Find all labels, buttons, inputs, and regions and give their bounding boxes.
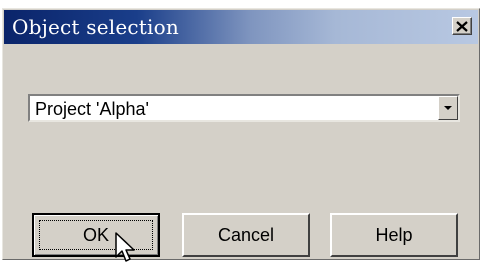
ok-button[interactable]: OK [32, 213, 160, 257]
object-dropdown[interactable]: Project 'Alpha' [28, 94, 460, 122]
dropdown-arrow-button[interactable] [438, 96, 458, 120]
title-bar[interactable]: Object selection [4, 10, 478, 44]
close-button[interactable] [452, 17, 472, 35]
chevron-down-icon [444, 106, 452, 110]
mouse-pointer-icon [115, 232, 135, 262]
selected-object-value: Project 'Alpha' [35, 99, 149, 119]
help-button-label: Help [375, 224, 413, 245]
help-button[interactable]: Help [330, 213, 458, 257]
object-selection-dialog: Object selection Project 'Alpha' OK Canc… [2, 8, 480, 260]
cancel-button[interactable]: Cancel [182, 213, 310, 257]
cancel-button-label: Cancel [217, 224, 275, 245]
window-title: Object selection [12, 15, 179, 39]
close-x-icon [456, 20, 468, 32]
